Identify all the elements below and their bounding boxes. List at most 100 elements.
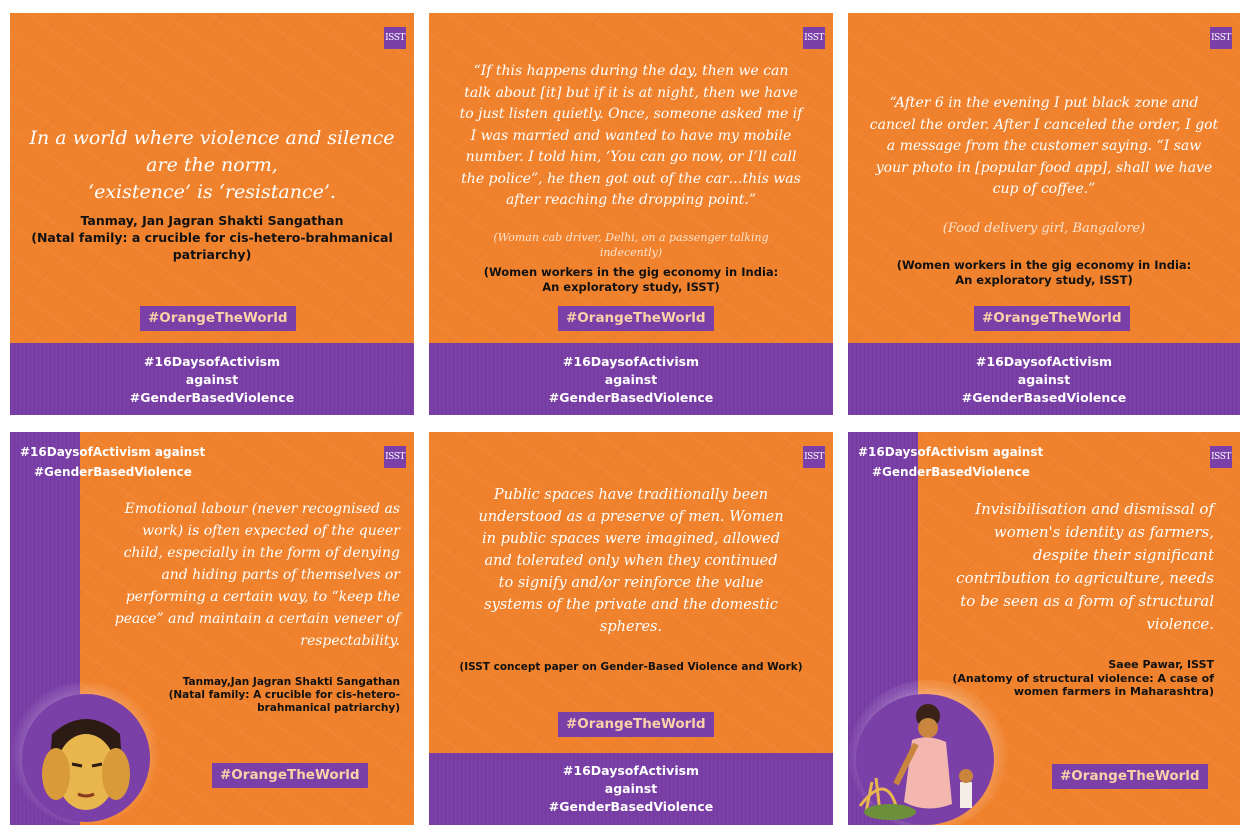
activism-heading-line: #GenderBasedViolence bbox=[872, 465, 1030, 479]
queer-face-illustration bbox=[22, 694, 150, 822]
isst-logo: ISST bbox=[1210, 27, 1232, 49]
quote-line: spheres. bbox=[599, 619, 663, 635]
source-note: (Food delivery girl, Bangalore) bbox=[848, 221, 1240, 237]
orange-the-world-hashtag: #OrangeTheWorld bbox=[974, 306, 1130, 331]
quote-line: to just listen quietly. Once, someone as… bbox=[459, 106, 803, 122]
activism-heading-line: #16DaysofActivism against bbox=[858, 445, 1044, 459]
quote-line: women's identity as farmers, bbox=[993, 523, 1214, 541]
orange-the-world-hashtag: #OrangeTheWorld bbox=[212, 763, 368, 788]
credit-line: (Natal family: a crucible for cis-hetero… bbox=[31, 230, 393, 245]
activism-band: #16DaysofActivism against #GenderBasedVi… bbox=[10, 343, 414, 415]
credit-text: (Women workers in the gig economy in Ind… bbox=[848, 258, 1240, 288]
activism-heading-line: #GenderBasedViolence bbox=[34, 465, 192, 479]
quote-line: Emotional labour (never recognised as bbox=[124, 501, 400, 517]
credit-text: (Women workers in the gig economy in Ind… bbox=[429, 265, 833, 295]
quote-text: In a world where violence and silence ar… bbox=[10, 125, 414, 206]
quote-line: talk about [it] but if it is at night, t… bbox=[464, 84, 798, 101]
quote-line: after reaching the dropping point.” bbox=[505, 192, 757, 208]
quote-line: and hiding parts of themselves or bbox=[161, 567, 400, 583]
band-line: #16DaysofActivism bbox=[975, 354, 1113, 369]
post-card-5: ISST Public spaces have traditionally be… bbox=[429, 432, 833, 825]
post-card-4: #16DaysofActivism against #GenderBasedVi… bbox=[10, 432, 414, 825]
source-line: (Food delivery girl, Bangalore) bbox=[942, 221, 1146, 236]
woman-farmer-illustration bbox=[856, 694, 994, 825]
quote-line: violence. bbox=[1146, 615, 1214, 633]
activism-heading: #16DaysofActivism against #GenderBasedVi… bbox=[20, 442, 205, 482]
quote-line: the police”, he then got out of the car…… bbox=[461, 170, 801, 187]
quote-line: in public spaces were imagined, allowed bbox=[481, 531, 781, 547]
quote-line: are the norm, bbox=[146, 154, 278, 176]
activism-band: #16DaysofActivism against #GenderBasedVi… bbox=[429, 753, 833, 825]
credit-line: brahmanical patriarchy) bbox=[257, 702, 400, 714]
quote-text: “After 6 in the evening I put black zone… bbox=[848, 93, 1240, 201]
quote-line: systems of the private and the domestic bbox=[484, 597, 778, 613]
band-line: #16DaysofActivism bbox=[562, 354, 700, 369]
quote-text: Public spaces have traditionally been un… bbox=[429, 484, 833, 638]
quote-line: contribution to agriculture, needs bbox=[956, 569, 1214, 587]
isst-logo: ISST bbox=[384, 446, 406, 468]
quote-line: cancel the order. After I canceled the o… bbox=[869, 116, 1219, 133]
quote-line: despite their significant bbox=[1032, 546, 1214, 564]
post-card-2: ISST “If this happens during the day, th… bbox=[429, 13, 833, 415]
quote-line: In a world where violence and silence bbox=[29, 127, 395, 149]
orange-the-world-hashtag: #OrangeTheWorld bbox=[558, 712, 714, 737]
band-line: against bbox=[1017, 372, 1071, 387]
quote-line: child, especially in the form of denying bbox=[123, 545, 400, 561]
source-note: (Woman cab driver, Delhi, on a passenger… bbox=[429, 230, 833, 260]
isst-logo: ISST bbox=[1210, 446, 1232, 468]
quote-line: understood as a preserve of men. Women bbox=[478, 509, 784, 525]
band-line: against bbox=[604, 781, 658, 796]
quote-line: respectability. bbox=[300, 633, 400, 649]
post-card-1: ISST In a world where violence and silen… bbox=[10, 13, 414, 415]
credit-line: patriarchy) bbox=[172, 247, 252, 262]
source-line: (Woman cab driver, Delhi, on a passenger… bbox=[493, 231, 769, 244]
orange-the-world-hashtag: #OrangeTheWorld bbox=[1052, 764, 1208, 789]
credit-line: An exploratory study, ISST) bbox=[955, 273, 1133, 287]
quote-text: Invisibilisation and dismissal of women'… bbox=[924, 498, 1214, 636]
credit-text: (ISST concept paper on Gender-Based Viol… bbox=[429, 660, 833, 675]
source-line: indecently) bbox=[599, 246, 663, 259]
credit-line: Tanmay,Jan Jagran Shakti Sangathan bbox=[182, 676, 400, 688]
quote-line: ‘existence’ is ‘resistance’. bbox=[88, 181, 336, 203]
credit-line: (ISST concept paper on Gender-Based Viol… bbox=[459, 661, 803, 673]
orange-the-world-hashtag: #OrangeTheWorld bbox=[558, 306, 714, 331]
credit-line: (Anatomy of structural violence: A case … bbox=[952, 671, 1214, 685]
activism-band: #16DaysofActivism against #GenderBasedVi… bbox=[848, 343, 1240, 415]
quote-text: “If this happens during the day, then we… bbox=[429, 61, 833, 212]
isst-logo: ISST bbox=[803, 27, 825, 49]
credit-line: An exploratory study, ISST) bbox=[542, 280, 720, 294]
band-line: #16DaysofActivism bbox=[562, 763, 700, 778]
orange-the-world-hashtag: #OrangeTheWorld bbox=[140, 306, 296, 331]
band-line: #GenderBasedViolence bbox=[129, 390, 295, 405]
credit-line: (Women workers in the gig economy in Ind… bbox=[483, 265, 779, 279]
credit-text: Tanmay, Jan Jagran Shakti Sangathan (Nat… bbox=[10, 212, 414, 263]
isst-logo: ISST bbox=[384, 27, 406, 49]
quote-line: cup of coffee.” bbox=[992, 181, 1096, 197]
band-line: against bbox=[604, 372, 658, 387]
quote-line: and tolerated only when they continued bbox=[484, 553, 778, 569]
credit-line: (Women workers in the gig economy in Ind… bbox=[896, 258, 1192, 272]
activism-heading: #16DaysofActivism against #GenderBasedVi… bbox=[858, 442, 1043, 482]
quote-line: peace” and maintain a certain veneer of bbox=[114, 611, 400, 627]
quote-text: Emotional labour (never recognised as wo… bbox=[86, 498, 400, 652]
isst-logo: ISST bbox=[803, 446, 825, 468]
quote-line: to signify and/or reinforce the value bbox=[498, 575, 764, 591]
quote-line: I was married and wanted to have my mobi… bbox=[470, 127, 792, 144]
quote-line: Invisibilisation and dismissal of bbox=[975, 500, 1214, 518]
quote-line: Public spaces have traditionally been bbox=[493, 487, 769, 503]
credit-line: Saee Pawar, ISST bbox=[1108, 658, 1214, 671]
credit-text: Tanmay,Jan Jagran Shakti Sangathan (Nata… bbox=[169, 676, 400, 715]
post-card-6: #16DaysofActivism against #GenderBasedVi… bbox=[848, 432, 1240, 825]
quote-line: to be seen as a form of structural bbox=[960, 592, 1214, 610]
quote-line: number. I told him, ‘You can go now, or … bbox=[465, 149, 797, 165]
quote-line: “If this happens during the day, then we… bbox=[473, 63, 789, 79]
credit-text: Saee Pawar, ISST (Anatomy of structural … bbox=[952, 658, 1214, 699]
band-line: against bbox=[185, 372, 239, 387]
activism-heading-line: #16DaysofActivism against bbox=[20, 445, 206, 459]
quote-line: performing a certain way, to “keep the bbox=[125, 589, 400, 605]
quote-line: your photo in [popular food app], shall … bbox=[875, 159, 1213, 176]
band-line: #16DaysofActivism bbox=[143, 354, 281, 369]
activism-band: #16DaysofActivism against #GenderBasedVi… bbox=[429, 343, 833, 415]
credit-line: Tanmay, Jan Jagran Shakti Sangathan bbox=[80, 213, 344, 228]
quote-line: “After 6 in the evening I put black zone… bbox=[889, 95, 1199, 111]
